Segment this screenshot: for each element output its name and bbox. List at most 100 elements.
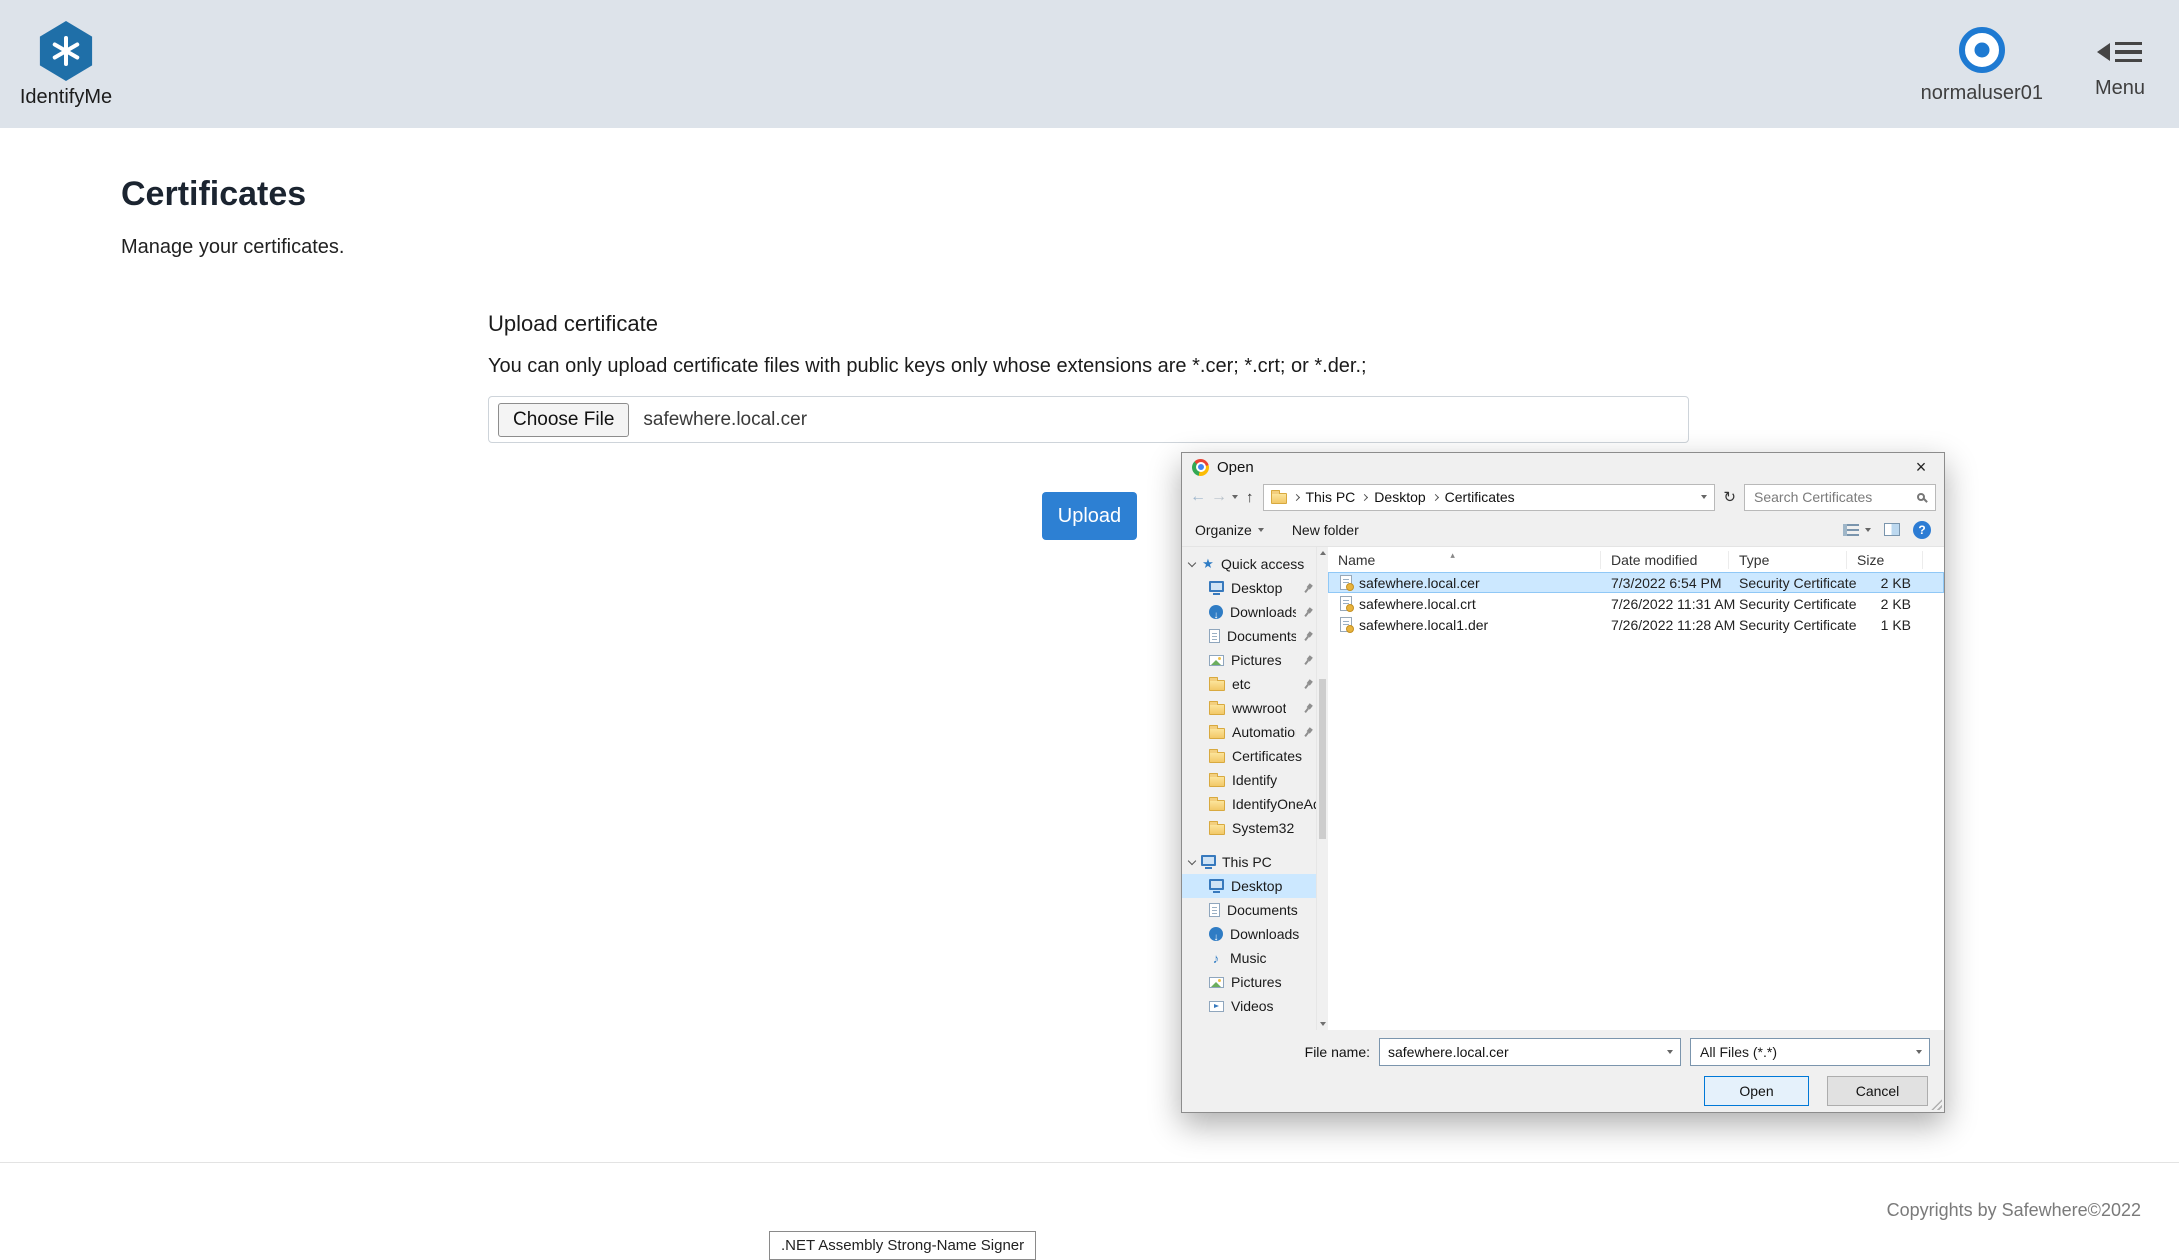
sidebar-item-pc-pictures[interactable]: Pictures	[1182, 970, 1316, 994]
column-header-filler	[1923, 551, 1944, 569]
app-header: IdentifyMe normaluser01 Menu	[0, 0, 2179, 128]
file-name-input[interactable]	[1380, 1043, 1660, 1061]
brand[interactable]: IdentifyMe	[14, 19, 118, 109]
sidebar-item-pc-desktop[interactable]: Desktop	[1182, 874, 1316, 898]
dialog-nav-bar: ← → ↑ This PC Desktop Certificates ↻	[1182, 481, 1944, 513]
user-menu[interactable]: normaluser01	[1921, 23, 2043, 105]
help-icon[interactable]: ?	[1913, 521, 1931, 539]
dialog-open-button[interactable]: Open	[1704, 1076, 1809, 1106]
choose-file-button[interactable]: Choose File	[498, 403, 629, 437]
menu-icon	[2097, 35, 2142, 69]
scrollbar-thumb[interactable]	[1319, 679, 1326, 839]
chevron-expanded-icon	[1188, 856, 1196, 864]
folder-icon	[1209, 680, 1225, 691]
sidebar-item-automationt[interactable]: AutomationT	[1182, 720, 1316, 744]
desktop-icon	[1209, 581, 1224, 592]
forward-icon[interactable]: →	[1211, 489, 1227, 505]
file-type-select[interactable]: All Files (*.*)	[1690, 1038, 1930, 1066]
menu-button[interactable]: Menu	[2095, 23, 2145, 100]
identifyme-logo-icon	[37, 21, 95, 81]
file-name-combobox[interactable]	[1379, 1038, 1681, 1066]
organize-button[interactable]: Organize	[1195, 522, 1264, 538]
pin-icon	[1301, 701, 1315, 715]
dialog-footer: File name: All Files (*.*) Open Cancel	[1182, 1030, 1944, 1106]
breadcrumb-desktop[interactable]: Desktop	[1374, 489, 1425, 505]
sidebar-item-identifyoneadm[interactable]: IdentifyOneAdm	[1182, 792, 1316, 816]
combobox-dropdown-icon[interactable]	[1660, 1050, 1680, 1054]
column-header-type[interactable]: Type	[1729, 551, 1847, 569]
documents-icon	[1209, 903, 1220, 917]
quick-access-icon	[1201, 556, 1215, 572]
user-name-label: normaluser01	[1921, 82, 2043, 105]
page-subtitle: Manage your certificates.	[121, 236, 2179, 259]
file-list-header: ▴ Name Date modified Type Size	[1328, 547, 1944, 572]
dialog-title-bar[interactable]: Open ×	[1182, 453, 1944, 481]
search-box[interactable]	[1744, 484, 1936, 511]
sidebar-group-this-pc[interactable]: This PC	[1182, 850, 1316, 874]
pictures-icon	[1209, 977, 1224, 988]
file-input[interactable]: Choose File safewhere.local.cer	[488, 396, 1689, 443]
sidebar-item-pc-documents[interactable]: Documents	[1182, 898, 1316, 922]
column-header-date-modified[interactable]: Date modified	[1601, 551, 1729, 569]
change-view-button[interactable]	[1843, 524, 1871, 536]
scroll-up-icon[interactable]	[1317, 547, 1328, 559]
back-icon[interactable]: ←	[1190, 489, 1206, 505]
pin-icon	[1301, 653, 1315, 667]
footnote-box: .NET Assembly Strong-Name Signer	[769, 1231, 1036, 1260]
sidebar-item-documents[interactable]: Documents	[1182, 624, 1316, 648]
videos-icon	[1209, 1001, 1224, 1012]
recent-locations-icon[interactable]	[1232, 495, 1238, 499]
select-dropdown-icon	[1916, 1050, 1922, 1054]
sidebar-item-identify[interactable]: Identify	[1182, 768, 1316, 792]
menu-label: Menu	[2095, 77, 2145, 100]
sidebar-group-quick-access[interactable]: Quick access	[1182, 552, 1316, 576]
safewhere-logo-icon	[1959, 27, 2005, 73]
column-header-name[interactable]: ▴ Name	[1328, 551, 1601, 569]
preview-pane-icon[interactable]	[1884, 523, 1900, 536]
breadcrumb-this-pc[interactable]: This PC	[1306, 489, 1356, 505]
sidebar-item-certificates[interactable]: Certificates	[1182, 744, 1316, 768]
this-pc-icon	[1201, 855, 1216, 866]
documents-icon	[1209, 629, 1220, 643]
certificate-file-icon	[1340, 575, 1352, 590]
scroll-down-icon[interactable]	[1317, 1018, 1328, 1030]
sidebar-item-pictures[interactable]: Pictures	[1182, 648, 1316, 672]
downloads-icon	[1209, 605, 1223, 619]
list-view-icon	[1843, 524, 1859, 536]
folder-icon	[1209, 728, 1225, 739]
file-row-safewhere-local-cer[interactable]: safewhere.local.cer 7/3/2022 6:54 PM Sec…	[1328, 572, 1944, 593]
column-header-size[interactable]: Size	[1847, 551, 1923, 569]
sidebar-item-desktop[interactable]: Desktop	[1182, 576, 1316, 600]
breadcrumb-dropdown-icon[interactable]	[1701, 495, 1707, 499]
sidebar-item-etc[interactable]: etc	[1182, 672, 1316, 696]
sidebar-item-downloads[interactable]: Downloads	[1182, 600, 1316, 624]
breadcrumb[interactable]: This PC Desktop Certificates	[1263, 484, 1716, 511]
desktop-icon	[1209, 879, 1224, 890]
certificate-file-icon	[1340, 617, 1352, 632]
folder-icon	[1209, 704, 1225, 715]
header-right: normaluser01 Menu	[1921, 23, 2145, 105]
sidebar-item-pc-downloads[interactable]: Downloads	[1182, 922, 1316, 946]
refresh-icon[interactable]: ↻	[1723, 488, 1736, 506]
chrome-icon	[1192, 459, 1209, 476]
dialog-cancel-button[interactable]: Cancel	[1827, 1076, 1928, 1106]
up-icon[interactable]: ↑	[1246, 490, 1254, 505]
upload-description: You can only upload certificate files wi…	[488, 355, 1689, 378]
sidebar-item-pc-music[interactable]: Music	[1182, 946, 1316, 970]
file-type-value: All Files (*.*)	[1700, 1044, 1777, 1060]
breadcrumb-certificates[interactable]: Certificates	[1445, 489, 1515, 505]
chevron-down-icon	[1865, 528, 1871, 532]
sidebar-item-system32[interactable]: System32	[1182, 816, 1316, 840]
sidebar-item-pc-videos[interactable]: Videos	[1182, 994, 1316, 1018]
search-input[interactable]	[1752, 488, 1917, 506]
sidebar-item-wwwroot[interactable]: wwwroot	[1182, 696, 1316, 720]
folder-icon	[1209, 824, 1225, 835]
copyright-text: Copyrights by Safewhere©2022	[1887, 1200, 2141, 1221]
sidebar-scrollbar[interactable]	[1316, 547, 1328, 1030]
file-row-safewhere-local-crt[interactable]: safewhere.local.crt 7/26/2022 11:31 AM S…	[1328, 593, 1944, 614]
folder-icon	[1209, 776, 1225, 787]
close-icon[interactable]: ×	[1898, 453, 1944, 481]
upload-button[interactable]: Upload	[1042, 492, 1137, 540]
new-folder-button[interactable]: New folder	[1292, 522, 1359, 538]
file-row-safewhere-local1-der[interactable]: safewhere.local1.der 7/26/2022 11:28 AM …	[1328, 614, 1944, 635]
